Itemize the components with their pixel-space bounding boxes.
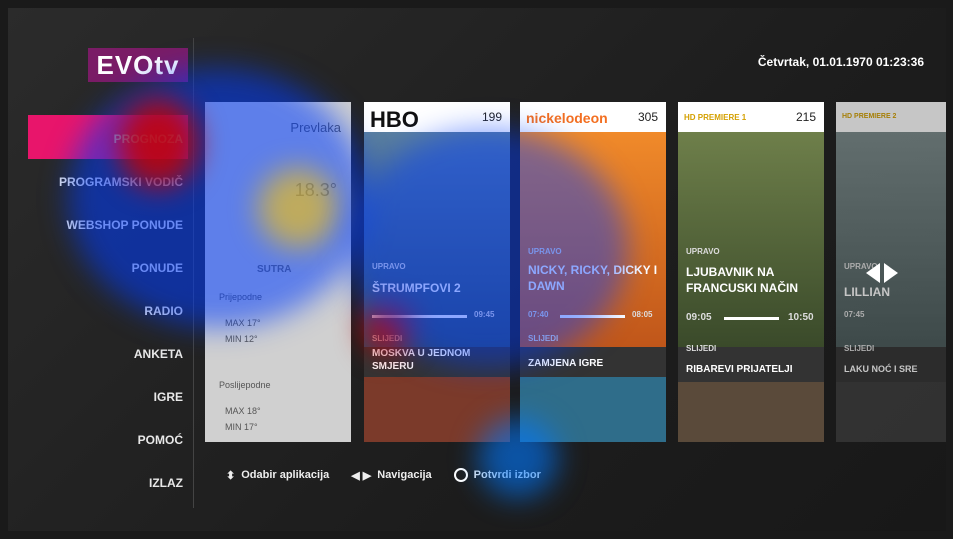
menu-item-radio[interactable]: RADIO <box>8 290 183 333</box>
menu-item-prognoza[interactable]: PROGNOZA <box>8 118 183 161</box>
progress-bar <box>560 315 625 318</box>
next-label: SLIJEDI <box>528 334 559 343</box>
next-image <box>836 382 946 442</box>
channel-card-hbo[interactable]: HBO 199 UPRAVO ŠTRUMPFOVI 2 09:45 SLIJEDI… <box>364 102 510 442</box>
now-label: UPRAVO <box>372 262 406 271</box>
channel-card-nickelodeon[interactable]: nickelodeon 305 UPRAVO NICKY, RICKY, DICK… <box>520 102 666 442</box>
weather-morning: Prijepodne <box>219 292 263 302</box>
end-time: 09:45 <box>474 310 495 319</box>
weather-afternoon-max: MAX 18° <box>225 406 261 416</box>
datetime: Četvrtak, 01.01.1970 01:23:36 <box>757 55 924 69</box>
progress-bar <box>724 317 779 320</box>
next-title: MOSKVA U JEDNOM SMJERU <box>372 348 471 372</box>
now-label: UPRAVO <box>528 247 562 256</box>
menu-item-pomoc[interactable]: POMOĆ <box>8 419 183 462</box>
next-image <box>520 377 666 442</box>
channel-number: 199 <box>481 110 502 124</box>
channel-number: 305 <box>637 110 658 124</box>
weather-tomorrow: SUTRA <box>257 264 292 275</box>
arrow-left-icon[interactable] <box>866 263 880 283</box>
weather-morning-max: MAX 17° <box>225 318 261 328</box>
menu-separator <box>193 38 194 508</box>
next-title: LAKU NOĆ I SRE <box>844 364 918 374</box>
menu-item-webshop-ponude[interactable]: WEBSHOP PONUDE <box>8 204 183 247</box>
arrow-right-icon[interactable] <box>884 263 898 283</box>
channel-number: 215 <box>795 110 816 124</box>
weather-morning-min: MIN 12° <box>225 334 258 344</box>
next-label: SLIJEDI <box>372 334 403 343</box>
end-time: 10:50 <box>788 312 814 323</box>
now-title: ŠTRUMPFOVI 2 <box>372 281 461 295</box>
menu-item-anketa[interactable]: ANKETA <box>8 333 183 376</box>
menu-item-izlaz[interactable]: IZLAZ <box>8 462 183 505</box>
weather-temp: 18.3° <box>294 180 337 200</box>
weather-afternoon-min: MIN 17° <box>225 422 258 432</box>
next-label: SLIJEDI <box>686 344 717 353</box>
updown-icon: ⬍ <box>226 469 236 482</box>
menu-item-programski-vodic[interactable]: PROGRAMSKI VODIČ <box>8 161 183 204</box>
evotv-logo: EVOtv <box>88 48 188 82</box>
next-title: ZAMJENA IGRE <box>528 358 604 369</box>
scroll-arrows[interactable] <box>866 263 898 288</box>
now-label: UPRAVO <box>686 247 720 256</box>
weather-city: Prevlaka <box>290 120 341 135</box>
ok-icon <box>453 468 468 482</box>
next-label: SLIJEDI <box>844 344 875 353</box>
weather-card[interactable]: Prevlaka 18.3° SUTRA Prijepodne MAX 17° … <box>205 102 351 442</box>
hint-confirm: Potvrdi izbor <box>473 469 541 481</box>
progress-bar <box>372 315 467 318</box>
menu-item-igre[interactable]: IGRE <box>8 376 183 419</box>
hd-premiere-1-logo: HD PREMIERE 1 <box>684 113 747 122</box>
start-time: 07:45 <box>844 310 865 319</box>
now-title: NICKY, RICKY, DICKY I DAWN <box>528 263 658 293</box>
end-time: 08:05 <box>632 310 653 319</box>
next-image <box>364 377 510 442</box>
hbo-logo: HBO <box>370 107 419 132</box>
channel-card-hd-premiere-1[interactable]: HD PREMIERE 1 215 UPRAVO LJUBAVNIK NA FRA… <box>678 102 824 442</box>
now-title: LJUBAVNIK NA FRANCUSKI NAČIN <box>686 265 798 295</box>
main-menu: PROGNOZA PROGRAMSKI VODIČ WEBSHOP PONUDE… <box>8 118 183 505</box>
next-title: RIBAREVI PRIJATELJI <box>686 364 793 375</box>
menu-item-ponude[interactable]: PONUDE <box>8 247 183 290</box>
tv-screen: EVOtv Četvrtak, 01.01.1970 01:23:36 PROG… <box>8 8 946 531</box>
nickelodeon-logo: nickelodeon <box>526 110 608 126</box>
leftright-icon: ◀ ▶ <box>351 469 372 482</box>
footer-hints: ⬍ Odabir aplikacija ◀ ▶ Navigacija Potvrdi… <box>226 468 541 482</box>
hint-apps: Odabir aplikacija <box>241 469 330 481</box>
next-image <box>678 382 824 442</box>
weather-afternoon: Poslijepodne <box>219 380 271 390</box>
hint-navigation: Navigacija <box>377 469 432 481</box>
hd-premiere-2-logo: HD PREMIERE 2 <box>842 113 897 120</box>
